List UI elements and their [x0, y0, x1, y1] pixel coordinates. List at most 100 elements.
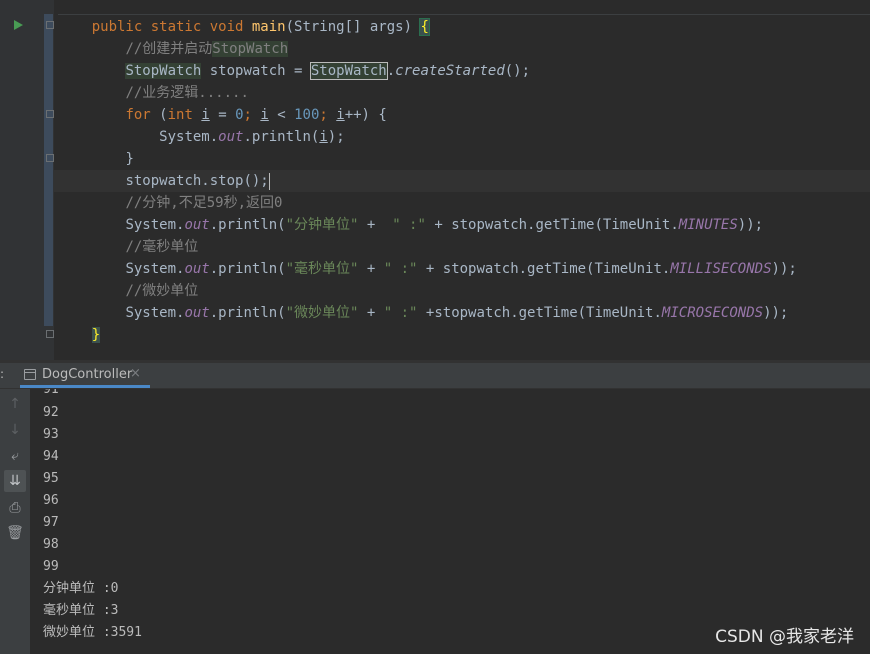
loop-variable: i [336, 107, 345, 123]
code-line-comment[interactable]: //创建并启动StopWatch [58, 38, 289, 60]
console-window-icon [24, 369, 36, 380]
code-line-print-milliseconds[interactable]: System.out.println("毫秒单位" + " :" + stopw… [58, 258, 797, 280]
static-field: out [184, 217, 210, 233]
keyword: public static void [91, 19, 252, 35]
string-literal: "微妙单位" [285, 305, 359, 321]
number-literal: 100 [294, 107, 320, 123]
highlighted-usage: StopWatch [125, 63, 202, 79]
run-icon[interactable] [14, 20, 23, 30]
string-literal: "毫秒单位" [285, 261, 359, 277]
code-line-comment[interactable]: //业务逻辑...... [58, 82, 249, 104]
loop-variable: i [319, 129, 328, 145]
output-line: 96 [43, 493, 59, 508]
code-line-method-signature[interactable]: public static void main(String[] args) { [58, 16, 430, 38]
static-field: out [218, 129, 244, 145]
code-text: System. [125, 217, 185, 233]
code-line-for-loop[interactable]: for (int i = 0; i < 100; i++) { [58, 104, 387, 126]
keyword: for [125, 107, 151, 123]
code-text: ); [327, 129, 345, 145]
run-label-fragment: : [0, 367, 5, 381]
code-text: . [386, 63, 396, 79]
code-text: stopwatch = [201, 63, 311, 79]
number-literal: 0 [235, 107, 244, 123]
print-icon[interactable]: ⎙ [4, 497, 26, 519]
static-method: createStarted [395, 63, 505, 79]
string-literal: " :" [392, 217, 426, 233]
tab-label: DogController [42, 367, 133, 382]
code-line-comment[interactable]: //微妙单位 [58, 280, 198, 302]
text-caret [268, 172, 270, 190]
code-line-print-minutes[interactable]: System.out.println("分钟单位" + " :" + stopw… [58, 214, 763, 236]
code-text: + stopwatch.getTime(TimeUnit. [425, 217, 679, 233]
output-line: 分钟单位 :0 [43, 581, 119, 596]
run-tab-bar: DogController × [0, 363, 870, 389]
down-arrow-icon[interactable]: ↓ [4, 419, 26, 441]
code-text: .println( [243, 129, 320, 145]
code-text: System. [125, 261, 185, 277]
code-line-create-stopwatch[interactable]: StopWatch stopwatch = StopWatch.createSt… [58, 60, 530, 82]
code-text: System. [159, 129, 219, 145]
static-field: out [184, 305, 210, 321]
up-arrow-icon[interactable]: ↑ [4, 393, 26, 415]
scope-indicator [44, 14, 53, 326]
output-line: 97 [43, 515, 59, 530]
console-toolbar: ↑ ↓ ⤶ ⇊ ⎙ 🗑 [0, 389, 30, 654]
fold-icon[interactable] [46, 21, 54, 29]
code-editor[interactable]: public static void main(String[] args) {… [0, 0, 870, 360]
fold-icon[interactable] [46, 154, 54, 162]
static-field: out [184, 261, 210, 277]
code-line-comment[interactable]: //分钟,不足59秒,返回0 [58, 192, 282, 214]
loop-variable: i [260, 107, 269, 123]
comment-text: //毫秒单位 [125, 239, 199, 255]
code-text: +stopwatch.getTime(TimeUnit. [417, 305, 662, 321]
close-icon[interactable]: × [130, 366, 141, 381]
output-line: 毫秒单位 :3 [43, 603, 119, 618]
code-text: (String[] args) [285, 19, 421, 35]
code-text: + stopwatch.getTime(TimeUnit. [417, 261, 671, 277]
highlighted-usage: StopWatch [309, 62, 388, 80]
watermark: CSDN @我家老洋 [715, 627, 854, 647]
code-text: + [358, 305, 384, 321]
code-line-print-i[interactable]: System.out.println(i); [58, 126, 345, 148]
code-text: ++) { [344, 107, 387, 123]
code-text: System. [125, 305, 185, 321]
string-literal: " :" [383, 305, 418, 321]
code-text: )); [771, 261, 797, 277]
highlighted-usage: StopWatch [212, 41, 289, 57]
comment-text: //创建并启动 [125, 41, 213, 57]
code-line-close-brace[interactable]: } [58, 148, 134, 170]
method-name: main [251, 19, 286, 35]
code-text: ( [150, 107, 168, 123]
output-line: 94 [43, 449, 59, 464]
code-text: (); [504, 63, 531, 79]
string-literal: "分钟单位" [285, 217, 359, 233]
enum-constant: MINUTES [678, 217, 738, 233]
fold-icon[interactable] [46, 330, 54, 338]
scroll-to-end-icon[interactable]: ⇊ [4, 470, 26, 492]
code-text: < [268, 107, 295, 123]
output-line: 95 [43, 471, 59, 486]
code-text: )); [763, 305, 789, 321]
output-line: 99 [43, 559, 59, 574]
method-separator [58, 14, 870, 15]
code-text: + [358, 217, 393, 233]
code-line-print-microseconds[interactable]: System.out.println("微妙单位" + " :" +stopwa… [58, 302, 788, 324]
tab-dogcontroller[interactable]: DogController × [20, 363, 150, 388]
trash-icon[interactable]: 🗑 [4, 522, 26, 544]
code-text: } [125, 151, 134, 167]
code-text: ; [243, 107, 261, 123]
comment-text: //微妙单位 [125, 283, 199, 299]
enum-constant: MICROSECONDS [661, 305, 764, 321]
output-line: 93 [43, 427, 59, 442]
code-line-comment[interactable]: //毫秒单位 [58, 236, 198, 258]
code-line-method-end[interactable]: } [58, 324, 101, 346]
fold-icon[interactable] [46, 110, 54, 118]
soft-wrap-icon[interactable]: ⤶ [4, 445, 26, 467]
output-line: 微妙单位 :3591 [43, 625, 142, 640]
output-line: 91 [43, 389, 59, 397]
comment-text: //业务逻辑...... [125, 85, 249, 101]
enum-constant: MILLISECONDS [670, 261, 772, 277]
comment-text: //分钟,不足59秒,返回0 [125, 195, 283, 211]
console-output[interactable]: 91 92 93 94 95 96 97 98 99 分钟单位 :0 毫秒单位 … [30, 389, 870, 654]
code-line-stop[interactable]: stopwatch.stop(); [58, 170, 270, 192]
